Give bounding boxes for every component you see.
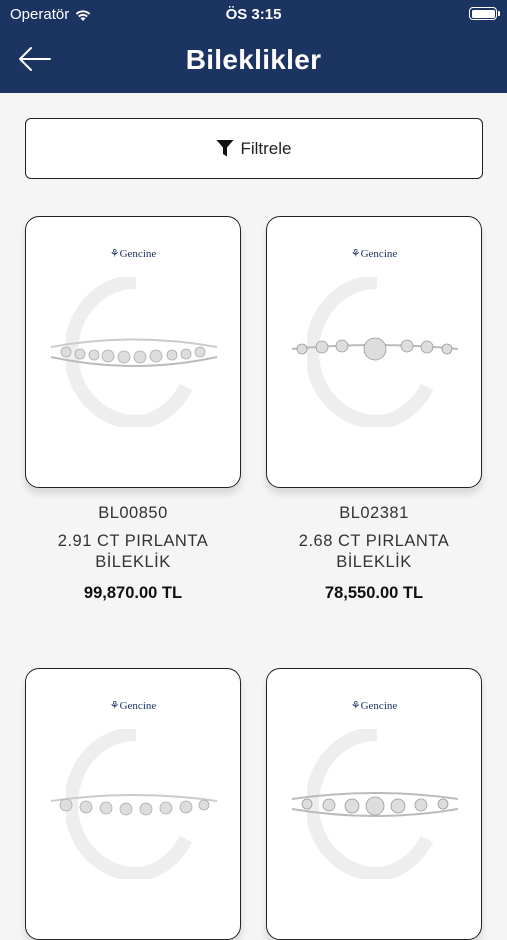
product-name: 2.91 CT PIRLANTA BİLEKLİK	[57, 532, 209, 571]
logo-icon: ⚘	[109, 700, 120, 712]
product-price: 78,550.00 TL	[324, 584, 424, 602]
product-card[interactable]: ⚘Gencine BL02381 2.68 CT PIRLANTA BİLEKL…	[266, 216, 482, 603]
nav-bar: Bileklikler	[0, 38, 507, 82]
product-image[interactable]: ⚘Gencine	[266, 216, 482, 488]
bracelet-image	[50, 794, 218, 816]
app-header: Operatör ÖS 3:15 Bileklikler	[0, 0, 507, 93]
product-image[interactable]: ⚘Gencine	[266, 668, 482, 940]
product-card[interactable]: ⚘Gencine	[25, 668, 241, 940]
product-image[interactable]: ⚘Gencine	[25, 668, 241, 940]
logo-icon: ⚘	[109, 248, 120, 260]
product-image[interactable]: ⚘Gencine	[25, 216, 241, 488]
page-title: Bileklikler	[185, 44, 322, 75]
brand-logo: ⚘Gencine	[350, 248, 398, 260]
bracelet-image	[50, 338, 218, 367]
clock: ÖS 3:15	[225, 6, 282, 23]
product-code: BL00850	[98, 504, 168, 522]
bracelet-image	[291, 792, 459, 817]
brand-logo: ⚘Gencine	[350, 700, 398, 712]
product-name: 2.68 CT PIRLANTA BİLEKLİK	[298, 532, 450, 571]
brand-logo: ⚘Gencine	[109, 700, 157, 712]
filter-icon	[216, 140, 234, 157]
battery-icon	[469, 7, 500, 20]
logo-icon: ⚘	[350, 700, 361, 712]
product-card[interactable]: ⚘Gencine BL00850 2.91 CT PIRLANTA BİLEKL…	[25, 216, 241, 603]
product-price: 99,870.00 TL	[83, 584, 183, 602]
logo-icon: ⚘	[350, 248, 361, 260]
status-bar: Operatör ÖS 3:15	[0, 0, 507, 28]
product-card[interactable]: ⚘Gencine	[266, 668, 482, 940]
filter-button[interactable]: Filtrele	[25, 118, 483, 179]
product-code: BL02381	[339, 504, 409, 522]
filter-label: Filtrele	[240, 138, 292, 158]
bracelet-image	[291, 337, 459, 361]
brand-logo: ⚘Gencine	[109, 248, 157, 260]
